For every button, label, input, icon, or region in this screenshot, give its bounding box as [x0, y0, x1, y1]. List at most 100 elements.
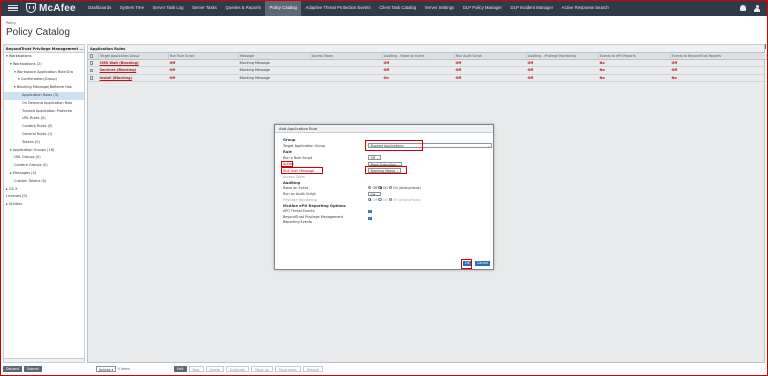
bottom-toolbar: Discard Submit Actions ▾ 0 items Edit Ne…	[3, 364, 765, 373]
epo-threat-events-checkbox[interactable]: ✓	[368, 209, 372, 214]
priv-mon-off-radio[interactable]	[368, 197, 372, 202]
checkmark-icon: ✓	[368, 215, 372, 221]
priv-mon-on-label: On	[382, 197, 388, 202]
actions-select[interactable]: Actions ▾	[95, 365, 117, 372]
tree-item[interactable]: ▾ Blocking Message(Beflame Has	[4, 84, 84, 92]
tree-item[interactable]: Trusted Application Protectio	[4, 108, 84, 116]
new-button[interactable]: New	[188, 365, 204, 372]
access-token-label: Access Token	[283, 175, 306, 179]
nav-item-dlp-incident-manager[interactable]: DLP Incident Manager	[506, 0, 557, 16]
tree-item[interactable]: Content Groups (0)	[4, 162, 84, 170]
discard-button[interactable]: Discard	[3, 365, 22, 372]
run-audit-script-value: Off	[370, 192, 376, 197]
move-up-button[interactable]: Move up	[251, 365, 273, 372]
raise-event-on-radio[interactable]	[378, 185, 383, 190]
tree-item[interactable]: ▾ Workstations	[4, 53, 84, 61]
chevron-down-icon: ⌄	[486, 144, 490, 148]
notification-bell-icon[interactable]	[740, 5, 746, 11]
tree-item[interactable]: URL Rules (0)	[4, 115, 84, 123]
edit-button[interactable]: Edit	[173, 365, 187, 372]
tree-item[interactable]: ▸ Utilities	[4, 201, 84, 209]
raise-event-off-radio[interactable]	[368, 185, 372, 190]
move-down-button[interactable]: Move down	[274, 365, 301, 372]
menu-icon[interactable]	[8, 4, 18, 12]
run-rule-script-value: Off	[370, 156, 376, 160]
privilege-monitoring-radio-group: Off On On (Anonymous)	[368, 198, 421, 202]
priv-mon-anon-radio[interactable]	[388, 197, 392, 202]
nav-item-server-settings[interactable]: Server Settings	[421, 0, 459, 16]
bt-reporting-label-line2: Reporting Events	[283, 219, 313, 224]
dialog-title: Add Application Rule	[275, 125, 493, 133]
epo-reporting-heading: McAfee ePO Reporting Options	[283, 203, 346, 208]
raise-event-on-label: On	[382, 185, 388, 190]
rule-heading: Rule	[283, 149, 292, 154]
breadcrumb[interactable]: Policy	[6, 21, 16, 25]
mcafee-shield-icon	[26, 3, 36, 13]
nav-item-dlp-policy-manager[interactable]: DLP Policy Manager	[458, 0, 506, 16]
top-navigation: McAfee Dashboards System Tree Server Task …	[0, 0, 768, 16]
refresh-button[interactable]: Refresh	[302, 365, 323, 372]
run-audit-script-select[interactable]: Off ⌄	[368, 191, 382, 197]
policy-tree-panel: BeyondTrust Privilege Management ... ▾ W…	[3, 44, 85, 363]
row-action-buttons: New Delete Duplicate Move up Move down Refres…	[188, 365, 323, 372]
nav-item-policy-catalog[interactable]: Policy Catalog	[265, 0, 302, 16]
user-account-icon[interactable]	[754, 4, 760, 12]
raise-event-anon-label: On (Anonymous)	[393, 185, 421, 190]
auditing-heading: Auditing	[283, 180, 301, 185]
privilege-monitoring-label: Privilege Monitoring	[283, 198, 317, 202]
raise-event-off-label: Off	[372, 185, 378, 190]
tree-item[interactable]: ▸ OS X	[4, 186, 84, 194]
tree-item[interactable]: ▾ Application Groups (16)	[4, 147, 84, 155]
cancel-button[interactable]: Cancel	[475, 261, 491, 266]
page-title: Policy Catalog	[6, 27, 70, 38]
run-rule-script-label: Run a Rule Script	[283, 155, 313, 160]
delete-button[interactable]: Delete	[205, 365, 224, 372]
tree-item[interactable]: Custom Tokens (0)	[4, 178, 84, 186]
raise-event-anon-radio[interactable]	[388, 185, 392, 190]
bt-reporting-events-checkbox[interactable]: ✓	[368, 216, 372, 221]
nav-item-server-task-log[interactable]: Server Task Log	[148, 0, 188, 16]
tree-item[interactable]: Application Rules (3)	[4, 91, 84, 100]
nav-item-queries-reports[interactable]: Queries & Reports	[221, 0, 265, 16]
tree-item[interactable]: General Rules (1)	[4, 131, 84, 139]
nav-item-adaptive-threat-protection-events[interactable]: Adaptive Threat Protection Events	[301, 0, 375, 16]
add-application-rule-dialog: Add Application Rule Group Target Applic…	[274, 124, 494, 270]
checkmark-icon: ✓	[368, 208, 372, 214]
tree-item[interactable]: URL Groups (0)	[4, 154, 84, 162]
submit-button[interactable]: Submit	[23, 365, 42, 372]
nav-menu: Dashboards System Tree Server Task Log Serv…	[84, 0, 613, 16]
tree-item[interactable]: On Demand Application Rule	[4, 100, 84, 108]
nav-item-client-task-catalog[interactable]: Client Task Catalog	[375, 0, 421, 16]
tree-item[interactable]: Licenses (0)	[4, 193, 84, 201]
raise-event-radio-group: Off On On (Anonymous)	[368, 186, 421, 190]
tree-item[interactable]: ▸ Messages (4)	[4, 170, 84, 178]
highlight-end-user-message-select	[365, 166, 407, 174]
items-count: 0 items	[118, 366, 130, 371]
tree-item[interactable]: ▾ Confirmation(Group)	[4, 76, 84, 84]
logo-text: McAfee	[39, 2, 76, 14]
nav-item-active-response-search[interactable]: Active Response Search	[557, 0, 613, 16]
nav-item-system-tree[interactable]: System Tree	[116, 0, 149, 16]
bt-reporting-label-line1: BeyondTrust Privilege Management	[283, 215, 344, 219]
group-heading: Group	[283, 138, 296, 142]
tree-header[interactable]: BeyondTrust Privilege Management ...	[4, 45, 84, 53]
run-audit-script-label: Run an Audit Script	[283, 192, 316, 196]
priv-mon-on-radio[interactable]	[378, 197, 382, 202]
actions-select-label: Actions	[98, 367, 111, 372]
nav-item-dashboards[interactable]: Dashboards	[84, 0, 116, 16]
target-group-label: Target Application Group	[283, 143, 325, 148]
duplicate-button[interactable]: Duplicate	[225, 365, 250, 372]
tree-horizontal-scrollbar[interactable]	[4, 358, 84, 362]
highlight-target-group	[365, 140, 423, 151]
tree-item[interactable]: Tokens (0)	[4, 139, 84, 147]
nav-item-server-tasks[interactable]: Server Tasks	[188, 0, 221, 16]
tree-item[interactable]: Content Rules (0)	[4, 123, 84, 131]
mcafee-logo[interactable]: McAfee	[26, 3, 76, 14]
header-actions	[740, 0, 760, 16]
highlight-end-user-message-label	[281, 167, 323, 174]
tree-item[interactable]: ▾ Workstations (2)	[4, 61, 84, 69]
raise-event-label: Raise an Event	[283, 186, 309, 190]
run-rule-script-select[interactable]: Off ⌄	[368, 155, 382, 160]
tree-item[interactable]: ▾ Workspace Application Rule(Gro	[4, 69, 84, 77]
highlight-ok-button	[460, 258, 472, 269]
